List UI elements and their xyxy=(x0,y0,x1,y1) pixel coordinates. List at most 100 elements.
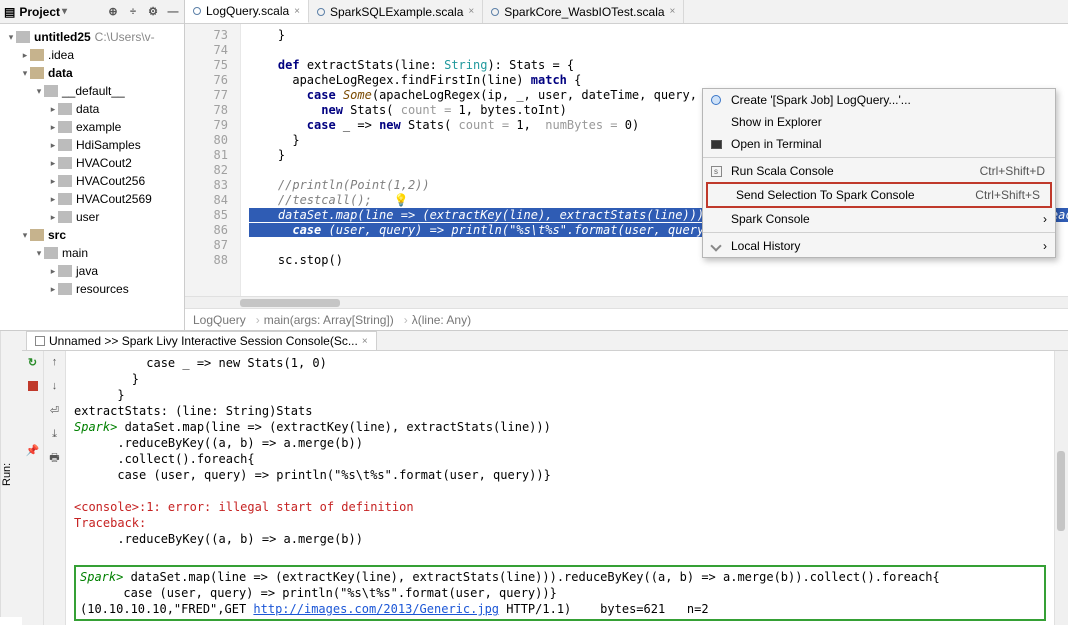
console-line: case _ => new Stats(1, 0) xyxy=(74,355,1046,371)
chevron-right-icon[interactable]: ▸ xyxy=(48,122,58,133)
tree-item-label: data xyxy=(76,102,99,116)
down-icon[interactable]: ↓ xyxy=(48,379,62,393)
editor-tab[interactable]: LogQuery.scala × xyxy=(185,0,309,23)
tree-item[interactable]: ▸ .idea xyxy=(6,46,184,64)
tree-item[interactable]: ▾ __default__ xyxy=(6,82,184,100)
pin-icon[interactable]: 📌 xyxy=(26,443,40,457)
menu-item[interactable]: Spark Console xyxy=(703,208,1055,230)
chevron-right-icon[interactable]: ▸ xyxy=(48,284,58,295)
chevron-right-icon[interactable]: ▸ xyxy=(48,212,58,223)
chevron-right-icon[interactable]: ▸ xyxy=(20,50,30,61)
rerun-icon[interactable]: ↻ xyxy=(26,355,40,369)
gear-icon[interactable]: ⚙ xyxy=(146,5,160,19)
chevron-down-icon[interactable]: ▾ xyxy=(34,248,44,259)
tree-item[interactable]: ▸user xyxy=(6,208,184,226)
tree-item-label: main xyxy=(62,246,88,260)
editor-tab[interactable]: SparkCore_WasbIOTest.scala× xyxy=(483,0,684,23)
project-tree[interactable]: ▾ untitled25 C:\Users\v- ▸.idea▾data▾__d… xyxy=(0,24,184,298)
vertical-scrollbar[interactable] xyxy=(1054,351,1068,625)
folder-icon xyxy=(16,31,30,43)
menu-item[interactable]: Create '[Spark Job] LogQuery...'... xyxy=(703,89,1055,111)
chevron-down-icon[interactable]: ▾ xyxy=(20,230,30,241)
close-icon[interactable]: × xyxy=(670,6,676,17)
scrollbar-thumb[interactable] xyxy=(240,299,340,307)
console-output[interactable]: case _ => new Stats(1, 0) } }extractStat… xyxy=(66,351,1054,625)
line-number: 79 xyxy=(185,118,228,133)
tree-item[interactable]: ▸ data xyxy=(6,100,184,118)
chevron-down-icon[interactable]: ▾ xyxy=(34,86,44,97)
code-line[interactable]: } xyxy=(249,28,1068,43)
tree-item[interactable]: ▸HVACout2569 xyxy=(6,190,184,208)
tree-item-label: .idea xyxy=(48,48,74,62)
menu-item-label: Open in Terminal xyxy=(731,137,822,151)
line-number: 78 xyxy=(185,103,228,118)
console-line: Spark> dataSet.map(line => (extractKey(l… xyxy=(74,419,1046,435)
run-tab-active[interactable]: Unnamed >> Spark Livy Interactive Sessio… xyxy=(26,331,377,350)
menu-item[interactable]: sRun Scala ConsoleCtrl+Shift+D xyxy=(703,160,1055,182)
close-icon[interactable]: × xyxy=(294,6,300,17)
up-icon[interactable]: ↑ xyxy=(48,355,62,369)
project-root-name[interactable]: untitled25 xyxy=(34,30,91,44)
menu-separator xyxy=(703,157,1055,158)
tree-item[interactable]: ▸HVACout2 xyxy=(6,154,184,172)
breadcrumb-item[interactable]: LogQuery xyxy=(193,313,246,327)
url-link[interactable]: http://images.com/2013/Generic.jpg xyxy=(253,602,499,616)
console-line: } xyxy=(74,371,1046,387)
menu-item[interactable]: Send Selection To Spark ConsoleCtrl+Shif… xyxy=(708,184,1050,206)
tree-item[interactable]: ▾ main xyxy=(6,244,184,262)
hide-icon[interactable]: — xyxy=(166,5,180,19)
code-line[interactable]: def extractStats(line: String): Stats = … xyxy=(249,58,1068,73)
editor-breadcrumbs[interactable]: LogQuery main(args: Array[String]) λ(line:… xyxy=(185,308,1068,330)
chevron-right-icon[interactable]: ▸ xyxy=(48,158,58,169)
chevron-down-icon[interactable]: ▾ xyxy=(62,6,67,17)
chevron-right-icon[interactable]: ▸ xyxy=(48,194,58,205)
horizontal-scrollbar[interactable] xyxy=(185,296,1068,308)
chevron-down-icon[interactable]: ▾ xyxy=(20,68,30,79)
tree-item[interactable]: ▸resources xyxy=(6,280,184,298)
wrap-icon[interactable]: ⏎ xyxy=(48,403,62,417)
tree-item[interactable]: ▸HVACout256 xyxy=(6,172,184,190)
menu-item[interactable]: Show in Explorer xyxy=(703,111,1055,133)
editor-gutter: 73747576777879808182838485868788 xyxy=(185,24,241,296)
scala-file-icon xyxy=(491,8,499,16)
close-icon[interactable]: × xyxy=(362,336,368,347)
run-tool-window: Run: Unnamed >> Spark Livy Interactive S… xyxy=(0,331,1068,617)
code-line[interactable]: apacheLogRegex.findFirstIn(line) match { xyxy=(249,73,1068,88)
chevron-right-icon[interactable]: ▸ xyxy=(48,140,58,151)
tab-label: LogQuery.scala xyxy=(206,4,289,18)
console-line xyxy=(74,483,1046,499)
chevron-right-icon[interactable]: ▸ xyxy=(48,176,58,187)
close-icon[interactable]: × xyxy=(468,6,474,17)
print-icon[interactable]: 🖶 xyxy=(48,451,62,465)
chevron-right-icon[interactable]: ▸ xyxy=(48,104,58,115)
tree-item[interactable]: ▾data xyxy=(6,64,184,82)
line-number: 83 xyxy=(185,178,228,193)
line-number: 84 xyxy=(185,193,228,208)
divide-icon[interactable]: ÷ xyxy=(126,5,140,19)
folder-icon xyxy=(30,49,44,61)
tree-item-label: __default__ xyxy=(62,84,125,98)
breadcrumb-item[interactable]: main(args: Array[String]) xyxy=(252,313,394,327)
chevron-right-icon[interactable]: ▸ xyxy=(48,266,58,277)
folder-icon xyxy=(58,175,72,187)
console-line: } xyxy=(74,387,1046,403)
line-number: 82 xyxy=(185,163,228,178)
scroll-icon[interactable]: ⤓ xyxy=(48,427,62,441)
chevron-down-icon[interactable]: ▾ xyxy=(6,32,16,43)
project-panel-title[interactable]: Project xyxy=(19,5,60,19)
collapse-icon[interactable]: ⊕ xyxy=(106,5,120,19)
tree-item[interactable]: ▸java xyxy=(6,262,184,280)
run-panel-label[interactable]: Run: xyxy=(0,331,22,617)
tree-item[interactable]: ▸example xyxy=(6,118,184,136)
menu-item[interactable]: Open in Terminal xyxy=(703,133,1055,155)
stop-button[interactable] xyxy=(26,379,40,393)
tree-item[interactable]: ▸HdiSamples xyxy=(6,136,184,154)
console-line: case (user, query) => println("%s\t%s".f… xyxy=(74,467,1046,483)
tree-item[interactable]: ▾src xyxy=(6,226,184,244)
menu-item[interactable]: Local History xyxy=(703,235,1055,257)
breadcrumb-item[interactable]: λ(line: Any) xyxy=(400,313,471,327)
line-number: 75 xyxy=(185,58,228,73)
code-line[interactable] xyxy=(249,43,1068,58)
editor-tab[interactable]: SparkSQLExample.scala× xyxy=(309,0,483,23)
scrollbar-thumb[interactable] xyxy=(1057,451,1065,531)
